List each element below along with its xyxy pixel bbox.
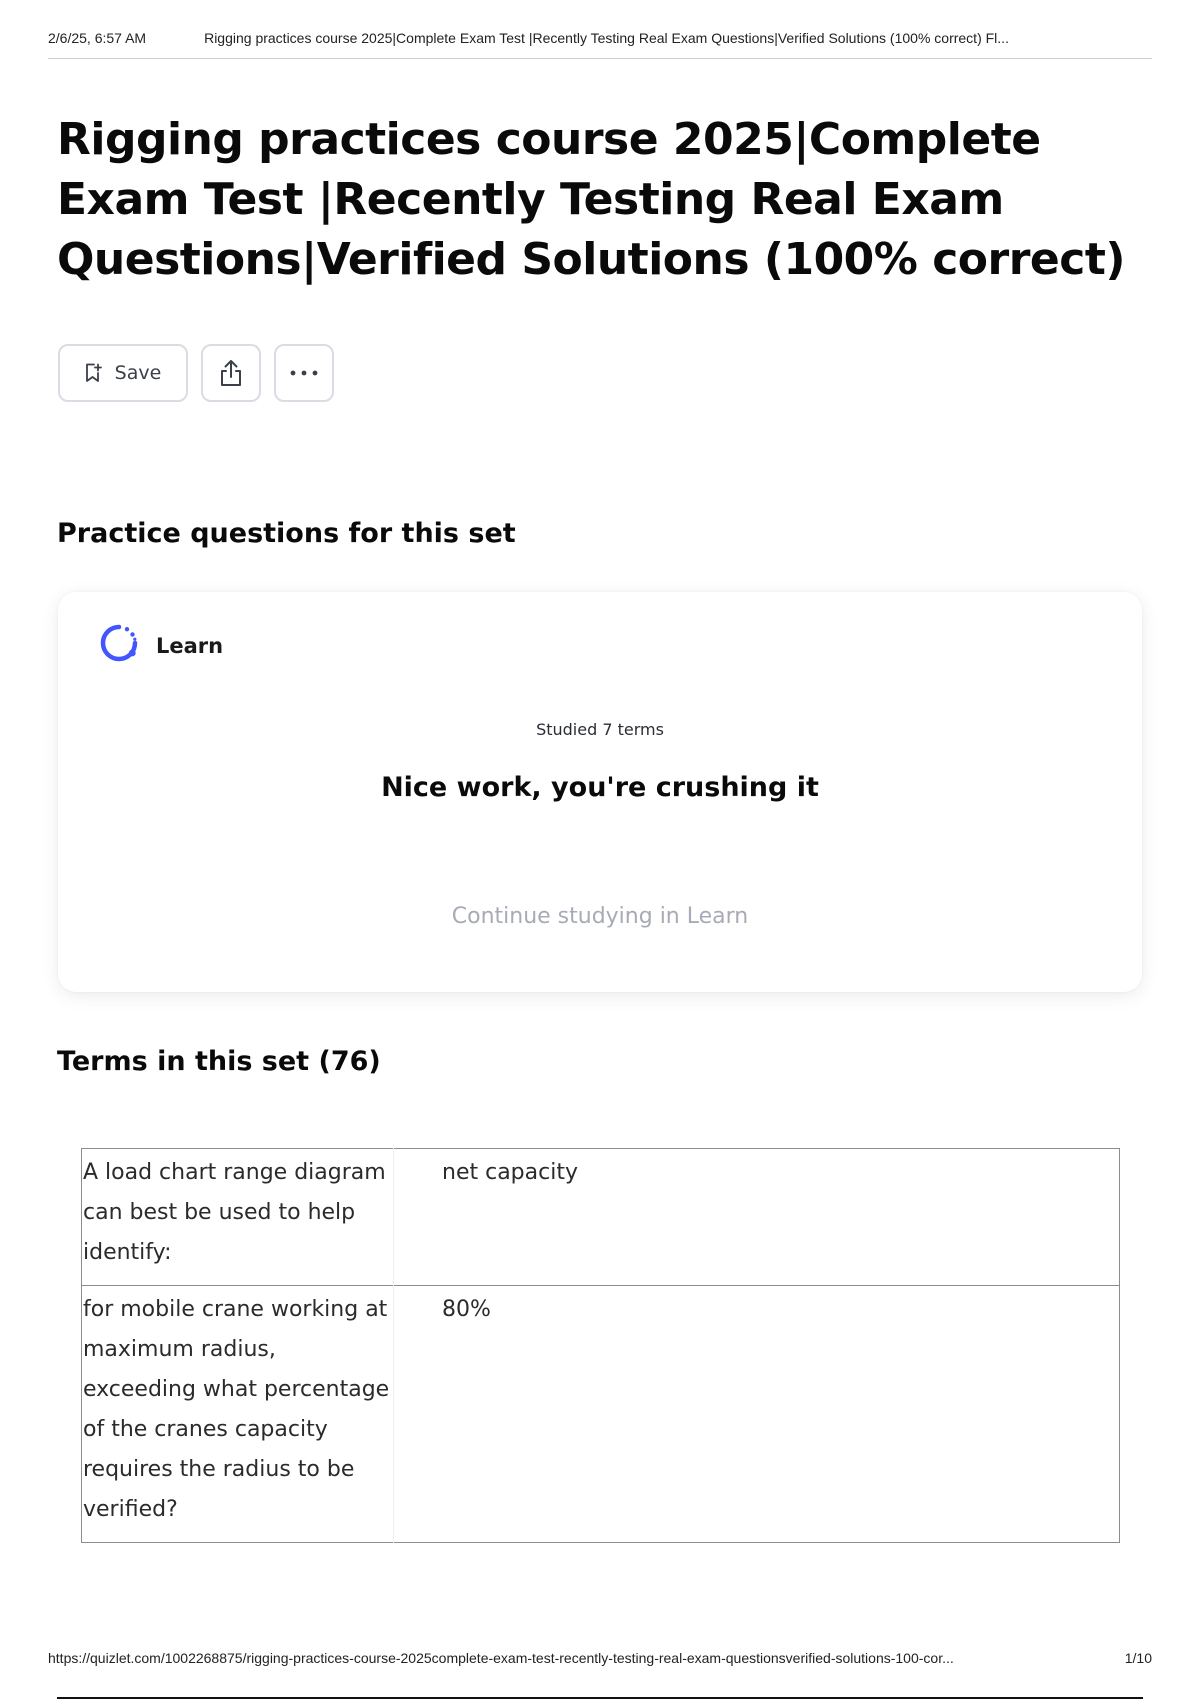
definition-cell: 80% — [442, 1297, 491, 1322]
more-horizontal-icon — [289, 369, 319, 377]
page-number: 1/10 — [1124, 1650, 1152, 1666]
table-row: for mobile crane working at maximum radi… — [81, 1285, 1120, 1543]
save-button[interactable]: Save — [58, 344, 188, 402]
term-cell: A load chart range diagram can best be u… — [81, 1148, 394, 1286]
learn-header: Learn — [98, 622, 223, 669]
term-cell: for mobile crane working at maximum radi… — [81, 1285, 394, 1543]
continue-learn-button[interactable]: Continue studying in Learn — [58, 904, 1142, 929]
save-label: Save — [114, 362, 162, 384]
terms-table: A load chart range diagram can best be u… — [81, 1148, 1120, 1543]
practice-heading: Practice questions for this set — [57, 518, 516, 549]
print-header: 2/6/25, 6:57 AM Rigging practices course… — [48, 30, 1152, 59]
bookmark-add-icon — [85, 363, 103, 383]
print-doc-title: Rigging practices course 2025|Complete E… — [204, 30, 1009, 46]
share-button[interactable] — [201, 344, 261, 402]
page-title: Rigging practices course 2025|Complete E… — [57, 114, 1125, 285]
print-footer: https://quizlet.com/1002268875/rigging-p… — [48, 1650, 1152, 1666]
footer-divider — [57, 1697, 1143, 1699]
learn-progress-icon — [98, 622, 140, 669]
more-options-button[interactable] — [274, 344, 334, 402]
terms-heading: Terms in this set (76) — [57, 1046, 381, 1077]
studied-count: Studied 7 terms — [536, 720, 664, 739]
table-row: A load chart range diagram can best be u… — [81, 1148, 1120, 1286]
praise-message: Nice work, you're crushing it — [381, 772, 819, 803]
print-url: https://quizlet.com/1002268875/rigging-p… — [48, 1650, 954, 1666]
learn-card[interactable]: Learn Studied 7 terms Nice work, you're … — [58, 592, 1142, 992]
learn-label: Learn — [156, 633, 224, 658]
share-icon — [217, 358, 245, 388]
set-toolbar: Save — [58, 344, 334, 402]
print-date: 2/6/25, 6:57 AM — [48, 30, 147, 46]
definition-cell: net capacity — [442, 1160, 578, 1185]
